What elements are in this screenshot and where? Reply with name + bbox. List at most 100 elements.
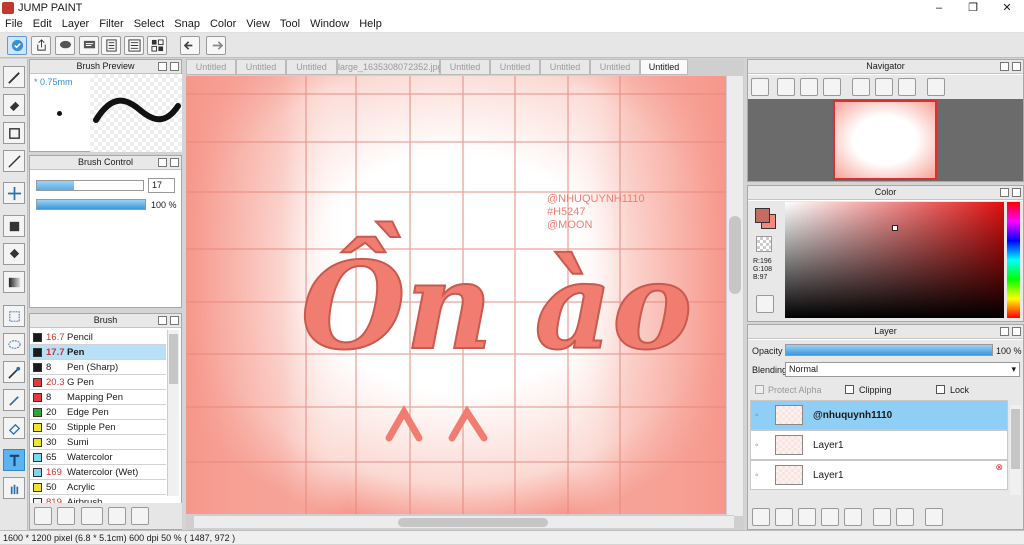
brush-add-icon[interactable] <box>34 507 52 525</box>
selection-rect-icon[interactable] <box>3 305 25 327</box>
close-icon[interactable] <box>170 158 179 167</box>
close-icon[interactable] <box>1012 327 1021 336</box>
brush-folder-icon[interactable] <box>131 507 149 525</box>
eye-icon[interactable]: ◦ <box>755 410 759 421</box>
document-icon[interactable] <box>101 36 121 55</box>
scrollbar-thumb[interactable] <box>398 518 548 527</box>
new-layer-folder-icon[interactable] <box>775 508 793 526</box>
brush-item[interactable]: 17.7 Pen <box>30 345 166 360</box>
rotate-reset-icon[interactable] <box>875 78 893 96</box>
float-icon[interactable] <box>1000 62 1009 71</box>
lasso-tool-icon[interactable] <box>3 333 25 355</box>
gradient-tool-icon[interactable] <box>3 271 25 293</box>
document-tab[interactable]: Untitled <box>186 59 236 75</box>
list-icon[interactable] <box>124 36 144 55</box>
navigator-viewport[interactable] <box>833 100 937 180</box>
brush-opacity-slider[interactable] <box>36 199 146 210</box>
palette-icon[interactable] <box>756 295 774 313</box>
scrollbar-thumb[interactable] <box>729 216 741 294</box>
zoom-in-icon[interactable] <box>777 78 795 96</box>
brush-tool-icon[interactable] <box>3 66 25 88</box>
zoom-icon[interactable] <box>751 78 769 96</box>
message-icon[interactable] <box>79 36 99 55</box>
brush-item[interactable]: 8 Mapping Pen <box>30 390 166 405</box>
protect-alpha-checkbox[interactable] <box>755 385 764 394</box>
color-saturation-field[interactable] <box>785 202 1004 318</box>
comment-icon[interactable] <box>55 36 75 55</box>
color-picker-cursor[interactable] <box>892 225 898 231</box>
menu-view[interactable]: View <box>241 18 275 30</box>
new-brush-icon[interactable] <box>57 507 75 525</box>
document-tab[interactable]: Untitled <box>540 59 590 75</box>
line-tool-icon[interactable] <box>3 150 25 172</box>
eye-icon[interactable]: ◦ <box>755 440 759 451</box>
menu-layer[interactable]: Layer <box>57 18 95 30</box>
hue-slider[interactable] <box>1007 202 1020 318</box>
maximize-button[interactable]: ❐ <box>956 0 990 16</box>
brush-item[interactable]: 30 Sumi <box>30 435 166 450</box>
lock-checkbox[interactable] <box>936 385 945 394</box>
layer-row[interactable]: ◦ Layer1 <box>750 430 1008 460</box>
rectangle-tool-icon[interactable] <box>3 122 25 144</box>
merge-layer-icon[interactable] <box>896 508 914 526</box>
layer-opacity-slider[interactable] <box>785 344 993 356</box>
float-icon[interactable] <box>158 62 167 71</box>
brush-item[interactable]: 16.7 Pencil <box>30 330 166 345</box>
menu-select[interactable]: Select <box>129 18 170 30</box>
navigator-preview[interactable] <box>748 99 1023 181</box>
share-icon[interactable] <box>31 36 51 55</box>
menu-window[interactable]: Window <box>305 18 354 30</box>
undo-icon[interactable] <box>180 36 200 55</box>
close-icon[interactable] <box>170 316 179 325</box>
brush-settings-icon[interactable] <box>108 507 126 525</box>
document-tab[interactable]: Untitled <box>236 59 286 75</box>
menu-edit[interactable]: Edit <box>28 18 57 30</box>
document-tab[interactable]: Untitled <box>286 59 337 75</box>
new-layer-icon[interactable] <box>752 508 770 526</box>
bucket-tool-icon[interactable] <box>3 243 25 265</box>
close-icon[interactable] <box>1012 188 1021 197</box>
redo-icon[interactable] <box>206 36 226 55</box>
menu-color[interactable]: Color <box>205 18 241 30</box>
check-icon[interactable] <box>7 36 27 55</box>
document-tab[interactable]: Untitled <box>590 59 640 75</box>
brush-list-scrollbar[interactable] <box>167 330 179 496</box>
document-tab[interactable]: Untitled <box>640 59 688 75</box>
drawing-canvas[interactable]: @NHUQUYNH1110 #H5247 @MOON Ồn ào <box>186 76 726 514</box>
brush-item[interactable]: 8 Pen (Sharp) <box>30 360 166 375</box>
select-pen-icon[interactable] <box>3 389 25 411</box>
scrollbar-thumb[interactable] <box>169 334 178 384</box>
brush-size-slider[interactable] <box>36 180 144 191</box>
rotate-left-icon[interactable] <box>852 78 870 96</box>
grid-settings-icon[interactable] <box>147 36 167 55</box>
zoom-out-icon[interactable] <box>823 78 841 96</box>
document-tab[interactable]: large_1635308072352.jpg <box>337 59 443 75</box>
brush-size-input[interactable]: 17 <box>148 178 175 193</box>
brush-item[interactable]: 50 Stipple Pen <box>30 420 166 435</box>
minimize-button[interactable]: – <box>922 0 956 16</box>
float-icon[interactable] <box>1000 188 1009 197</box>
brush-item[interactable]: 20 Edge Pen <box>30 405 166 420</box>
layer-row[interactable]: ◦ @nhuquynh1110 <box>750 400 1008 430</box>
brush-item[interactable]: 20.3 G Pen <box>30 375 166 390</box>
close-button[interactable]: ✕ <box>990 0 1024 16</box>
hand-tool-icon[interactable] <box>3 477 25 499</box>
float-icon[interactable] <box>1000 327 1009 336</box>
canvas-horizontal-scrollbar[interactable] <box>194 515 734 528</box>
trash-icon[interactable] <box>925 508 943 526</box>
layer-folder-icon[interactable] <box>844 508 862 526</box>
eraser-tool-icon[interactable] <box>3 94 25 116</box>
main-color-swatch[interactable] <box>755 208 770 223</box>
float-icon[interactable] <box>158 316 167 325</box>
tone-layer-icon[interactable] <box>821 508 839 526</box>
menu-help[interactable]: Help <box>354 18 387 30</box>
fit-icon[interactable] <box>800 78 818 96</box>
duplicate-layer-icon[interactable] <box>798 508 816 526</box>
clipping-checkbox[interactable] <box>845 385 854 394</box>
move-tool-icon[interactable] <box>3 182 25 204</box>
brush-item[interactable]: 50 Acrylic <box>30 480 166 495</box>
close-icon[interactable] <box>170 62 179 71</box>
flip-icon[interactable] <box>927 78 945 96</box>
layer-scrollbar[interactable] <box>1010 405 1021 495</box>
canvas-vertical-scrollbar[interactable] <box>726 76 743 516</box>
